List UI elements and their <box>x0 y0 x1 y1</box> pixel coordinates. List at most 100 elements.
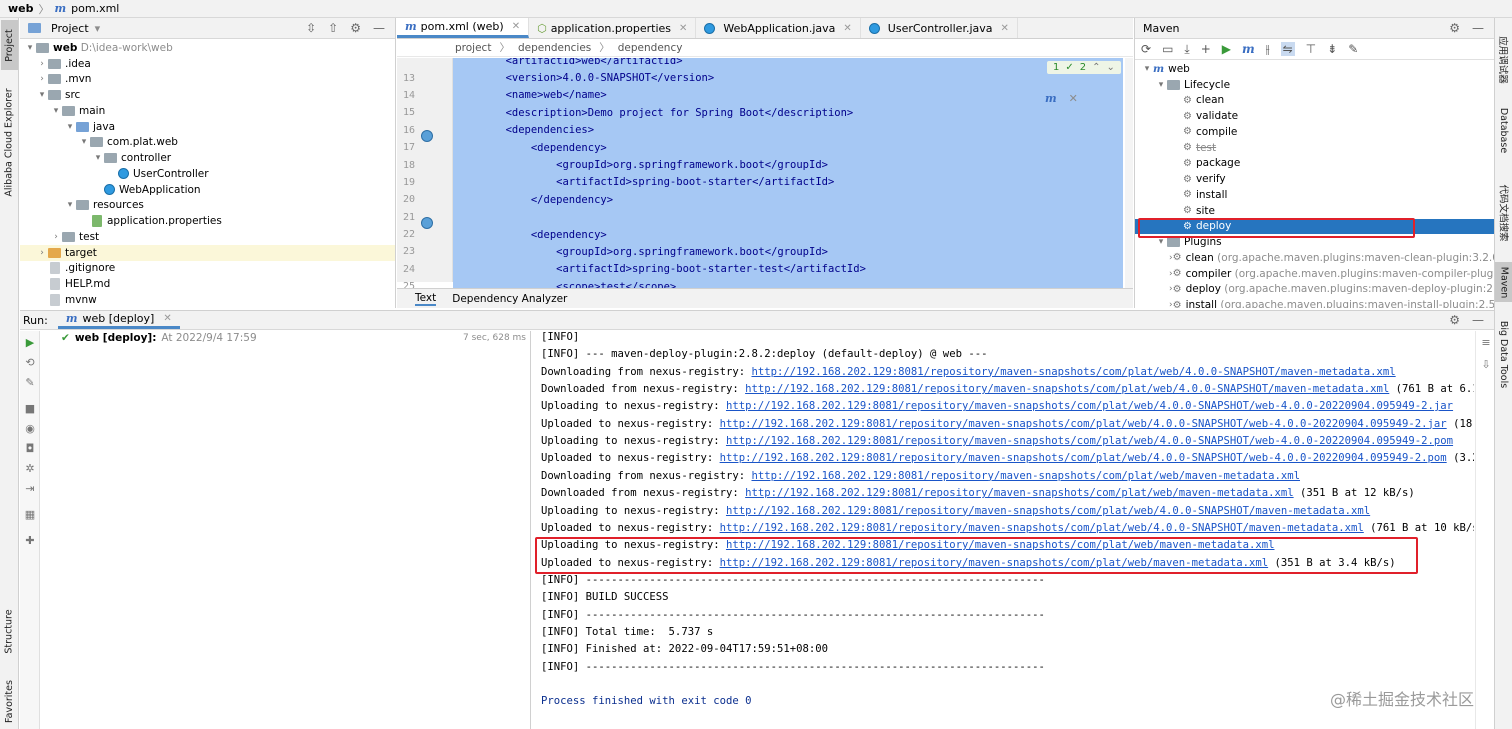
soft-wrap-icon[interactable]: ≡ <box>1479 335 1493 349</box>
gear-icon[interactable]: ⚙ <box>1449 21 1460 35</box>
expand-all-icon[interactable]: ⇳ <box>306 21 316 35</box>
favorites-tool-tab[interactable]: Favorites <box>1 673 18 729</box>
console-output[interactable]: [INFO] [INFO] --- maven-deploy-plugin:2.8… <box>532 331 1474 729</box>
plugin-compiler[interactable]: › ⚙ compiler (org.apache.maven.plugins:mav… <box>1135 266 1494 282</box>
close-icon[interactable]: ✕ <box>1001 23 1009 34</box>
plus-icon[interactable]: + <box>1201 42 1211 56</box>
gear-icon[interactable]: ⚙ <box>1449 313 1460 327</box>
run-tree-item[interactable]: ✔ web [deploy]: At 2022/9/4 17:59 <box>61 332 257 344</box>
wrench-icon[interactable]: ✎ <box>23 375 37 389</box>
editor-scrollbar[interactable] <box>1125 58 1133 288</box>
tree-item-mvn[interactable]: › .mvn <box>20 72 395 88</box>
close-icon[interactable]: ✕ <box>679 23 687 34</box>
collapse-all-icon[interactable]: ⇧ <box>328 21 338 35</box>
lifecycle-package[interactable]: ⚙ package <box>1135 156 1494 172</box>
hide-icon[interactable]: — <box>373 21 385 35</box>
spring-bean-gutter-icon[interactable] <box>421 217 433 229</box>
console-link[interactable]: http://192.168.202.129:8081/repository/m… <box>726 505 1370 517</box>
spring-bean-gutter-icon[interactable] <box>421 130 433 142</box>
rerun-failed-icon[interactable]: ⟲ <box>23 355 37 369</box>
tree-item-main[interactable]: ▾ main <box>20 103 395 119</box>
console-link[interactable]: http://192.168.202.129:8081/repository/m… <box>726 539 1275 551</box>
lifecycle-clean[interactable]: ⚙ clean <box>1135 93 1494 109</box>
settings-icon[interactable]: ✲ <box>23 461 37 475</box>
maven-reload-icon[interactable]: m <box>1045 92 1057 105</box>
structure-tool-tab[interactable]: Structure <box>1 603 18 659</box>
plugin-deploy[interactable]: › ⚙ deploy (org.apache.maven.plugins:maven… <box>1135 282 1494 298</box>
scroll-to-end-icon[interactable]: ⇩ <box>1479 357 1493 371</box>
project-view-selector[interactable]: Project <box>51 22 89 35</box>
lifecycle-deploy[interactable]: ⚙ deploy <box>1135 218 1494 235</box>
console-link[interactable]: http://192.168.202.129:8081/repository/m… <box>720 522 1364 534</box>
collapse-icon[interactable]: ⇟ <box>1327 42 1337 56</box>
tree-item-controller[interactable]: ▾ controller <box>20 150 395 166</box>
skip-tests-icon[interactable]: ⫲ <box>1266 42 1270 57</box>
tree-item-web[interactable]: ▾ web D:\idea-work\web <box>20 40 395 56</box>
tree-item-webapplication[interactable]: WebApplication <box>20 182 395 198</box>
console-link[interactable]: http://192.168.202.129:8081/repository/m… <box>751 470 1300 482</box>
console-link[interactable]: http://192.168.202.129:8081/repository/m… <box>745 487 1294 499</box>
tree-item-gitignore[interactable]: .gitignore <box>20 261 395 277</box>
chevron-down-icon[interactable]: ▾ <box>95 22 101 35</box>
tree-item-java[interactable]: ▾ java <box>20 119 395 135</box>
tree-item-usercontroller[interactable]: UserController <box>20 166 395 182</box>
maven-lifecycle[interactable]: ▾ Lifecycle <box>1135 77 1494 93</box>
tab-application-properties[interactable]: ⬡ application.properties ✕ <box>529 18 697 38</box>
close-icon[interactable]: ✕ <box>1069 92 1078 105</box>
console-link[interactable]: http://192.168.202.129:8081/repository/m… <box>745 383 1389 395</box>
show-dependencies-icon[interactable]: ⊤ <box>1306 42 1316 56</box>
lifecycle-test[interactable]: ⚙ test <box>1135 140 1494 156</box>
tree-item-mvnw[interactable]: mvnw <box>20 292 395 308</box>
code-area[interactable]: 13 14 15 16 17 18 19 20 21 22 23 24 25 <… <box>397 58 1133 288</box>
hide-icon[interactable]: — <box>1472 313 1484 327</box>
hide-icon[interactable]: — <box>1472 21 1484 35</box>
nav-file[interactable]: pom.xml <box>71 2 119 15</box>
breadcrumb-item[interactable]: project <box>455 42 491 54</box>
plugin-install[interactable]: › ⚙ install (org.apache.maven.plugins:mave… <box>1135 297 1494 308</box>
tab-dependency-analyzer[interactable]: Dependency Analyzer <box>452 293 567 305</box>
breadcrumb-item[interactable]: dependencies <box>518 42 591 54</box>
tree-item-help[interactable]: HELP.md <box>20 276 395 292</box>
chevron-down-icon[interactable]: ⌄ <box>1107 62 1115 73</box>
console-link[interactable]: http://192.168.202.129:8081/repository/m… <box>720 452 1447 464</box>
close-icon[interactable]: ✕ <box>843 23 851 34</box>
exit-icon[interactable]: ⇥ <box>23 481 37 495</box>
close-icon[interactable]: ✕ <box>163 313 171 324</box>
tab-webapplication[interactable]: WebApplication.java ✕ <box>696 18 861 38</box>
console-link[interactable]: http://192.168.202.129:8081/repository/m… <box>726 400 1453 412</box>
tree-item-target[interactable]: › target <box>20 244 395 261</box>
debugger-tool-tab[interactable]: 应用调试器 <box>1495 24 1512 96</box>
run-tab[interactable]: m web [deploy] ✕ <box>57 311 180 329</box>
tree-item-package[interactable]: ▾ com.plat.web <box>20 135 395 151</box>
lifecycle-verify[interactable]: ⚙ verify <box>1135 171 1494 187</box>
pin-icon[interactable]: ✚ <box>23 533 37 547</box>
chevron-up-icon[interactable]: ⌃ <box>1092 62 1100 73</box>
run-icon[interactable]: ▶ <box>1222 42 1231 56</box>
tab-text[interactable]: Text <box>415 292 437 306</box>
download-icon[interactable]: ⤓ <box>1184 42 1189 57</box>
tree-item-resources[interactable]: ▾ resources <box>20 198 395 214</box>
tab-pom-xml[interactable]: m pom.xml (web) ✕ <box>397 18 530 38</box>
console-link[interactable]: http://192.168.202.129:8081/repository/m… <box>726 435 1453 447</box>
tab-usercontroller[interactable]: UserController.java ✕ <box>861 18 1018 38</box>
console-link[interactable]: http://192.168.202.129:8081/repository/m… <box>720 557 1269 569</box>
database-tool-tab[interactable]: Database <box>1495 100 1512 160</box>
close-icon[interactable]: ✕ <box>512 21 520 32</box>
project-tool-tab[interactable]: Project <box>1 20 18 70</box>
lifecycle-site[interactable]: ⚙ site <box>1135 203 1494 219</box>
stop-icon[interactable]: ■ <box>23 401 37 415</box>
console-link[interactable]: http://192.168.202.129:8081/repository/m… <box>720 418 1447 430</box>
maven-plugins[interactable]: ▾ Plugins <box>1135 234 1494 250</box>
maven-tool-tab[interactable]: Maven <box>1495 262 1512 302</box>
tree-item-src[interactable]: ▾ src <box>20 87 395 103</box>
cloud-explorer-tool-tab[interactable]: Alibaba Cloud Explorer <box>1 80 18 205</box>
plugin-clean[interactable]: › ⚙ clean (org.apache.maven.plugins:maven-… <box>1135 250 1494 266</box>
execute-goal-icon[interactable]: m <box>1242 42 1255 56</box>
console-link[interactable]: http://192.168.202.129:8081/repository/m… <box>751 366 1395 378</box>
nav-project[interactable]: web <box>8 2 34 15</box>
maven-project-web[interactable]: ▾ m web <box>1135 61 1494 77</box>
lifecycle-validate[interactable]: ⚙ validate <box>1135 108 1494 124</box>
breadcrumb-item[interactable]: dependency <box>618 42 683 54</box>
gear-icon[interactable]: ⚙ <box>350 21 361 35</box>
lifecycle-compile[interactable]: ⚙ compile <box>1135 124 1494 140</box>
